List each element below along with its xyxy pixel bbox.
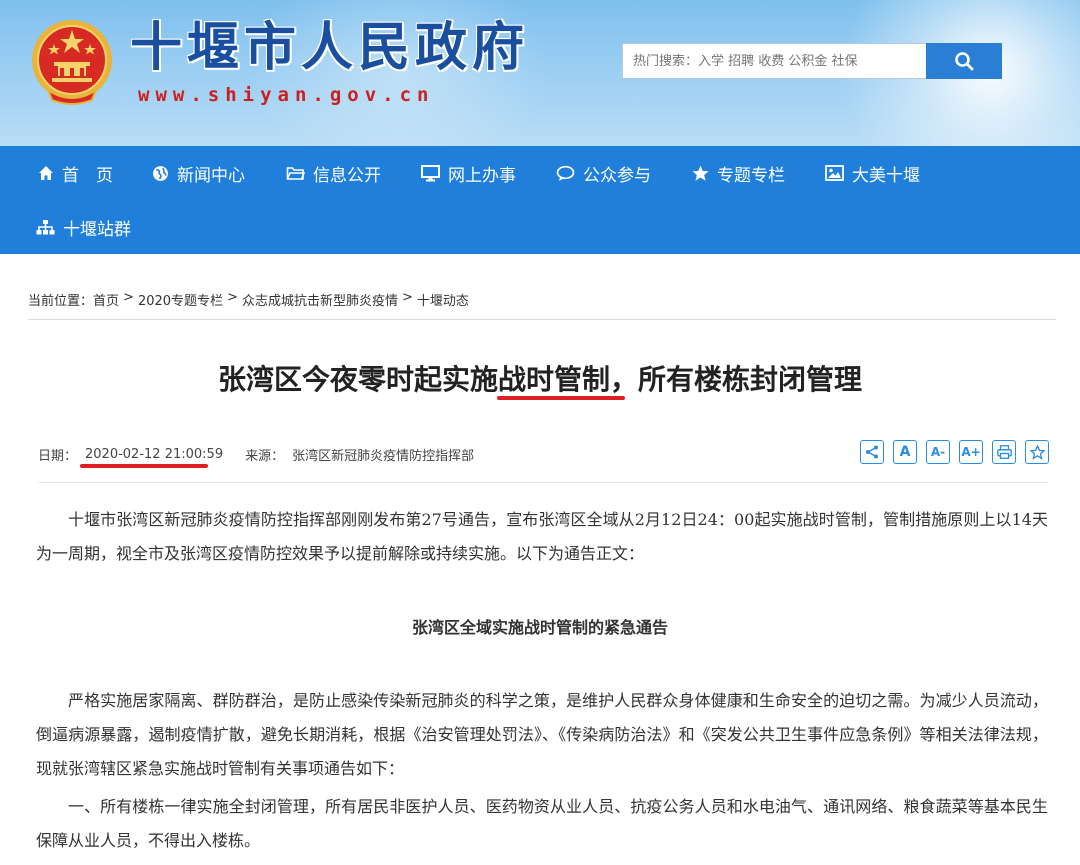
nav-item-news[interactable]: 新闻中心 (152, 146, 245, 200)
font-increase-button[interactable]: A+ (959, 440, 983, 464)
picture-icon (825, 165, 844, 181)
breadcrumb-link-home[interactable]: 首页 (93, 290, 119, 309)
title-highlight-underline (497, 396, 625, 400)
date-label: 日期： (38, 448, 78, 464)
notice-heading: 张湾区全域实施战时管制的紧急通告 (411, 618, 668, 637)
nav-label: 首 页 (62, 165, 113, 186)
nav-item-info-disclosure[interactable]: 信息公开 (286, 146, 381, 200)
globe-icon (153, 165, 168, 181)
breadcrumb-link-shiyan-news[interactable]: 十堰动态 (417, 290, 469, 309)
folder-icon (286, 167, 305, 180)
meta-divider (38, 482, 1048, 483)
nav-label: 新闻中心 (177, 165, 245, 186)
national-emblem-icon (32, 20, 112, 105)
article-tools: A A- A+ (860, 440, 1058, 464)
search-bar (622, 43, 1002, 79)
breadcrumb: 当前位置： 首页 > 2020专题专栏 > 众志成城抗击新型肺炎疫情 > 十堰动… (28, 290, 1056, 320)
breadcrumb-link-topics[interactable]: 2020专题专栏 (138, 290, 223, 309)
nav-label: 公众参与 (583, 165, 651, 186)
nav-item-online-services[interactable]: 网上办事 (421, 146, 516, 200)
nav-item-home[interactable]: 首 页 (38, 146, 113, 200)
article-title: 张湾区今夜零时起实施战时管制，所有楼栋封闭管理 (0, 358, 1080, 398)
star-icon (692, 165, 709, 181)
nav-label: 专题专栏 (717, 165, 785, 186)
site-name: 十堰市人民政府 (130, 17, 530, 78)
star-outline-icon (1029, 444, 1045, 460)
date-underline (80, 464, 208, 468)
article-date: 2020-02-12 21:00:59 (85, 446, 224, 462)
article-paragraph-preamble: 严格实施居家隔离、群防群治，是防止感染传染新冠肺炎的科学之策，是维护人民群众身体… (36, 691, 1048, 778)
article-paragraph-intro: 十堰市张湾区新冠肺炎疫情防控指挥部刚刚发布第27号通告，宣布张湾区全域从2月12… (36, 510, 1048, 563)
nav-item-special-topics[interactable]: 专题专栏 (692, 146, 785, 200)
monitor-icon (421, 164, 440, 181)
breadcrumb-prefix: 当前位置： (28, 294, 94, 309)
nav-label: 网上办事 (448, 165, 516, 186)
search-button[interactable] (926, 43, 1002, 79)
article-meta: 日期： 2020-02-12 21:00:59 来源： 张湾区新冠肺炎疫情防控指… (38, 444, 738, 464)
nav-label: 十堰站群 (63, 219, 131, 240)
chat-icon (556, 165, 575, 181)
source-label: 来源： (245, 448, 285, 464)
home-icon (39, 166, 53, 180)
nav-item-public-participation[interactable]: 公众参与 (556, 146, 651, 200)
nav-label: 信息公开 (313, 165, 381, 186)
nav-item-site-group[interactable]: 十堰站群 (36, 200, 131, 254)
font-default-button[interactable]: A (893, 440, 917, 464)
nav-label: 大美十堰 (852, 165, 920, 186)
font-decrease-button[interactable]: A- (926, 440, 950, 464)
breadcrumb-link-epidemic[interactable]: 众志成城抗击新型肺炎疫情 (242, 290, 398, 309)
title-highlight: 战时管制 (497, 363, 610, 396)
favorite-button[interactable] (1025, 440, 1049, 464)
title-part-after: ，所有楼栋封闭管理 (610, 363, 863, 396)
breadcrumb-separator: > (401, 290, 413, 305)
breadcrumb-separator: > (123, 290, 134, 305)
print-button[interactable] (992, 440, 1016, 464)
nav-item-beautiful-shiyan[interactable]: 大美十堰 (825, 146, 920, 200)
print-icon (996, 445, 1012, 459)
site-header: 十堰市人民政府 www.shiyan.gov.cn (0, 0, 1080, 146)
sitemap-icon (36, 219, 55, 234)
article-paragraph-item-1: 一、所有楼栋一律实施全封闭管理，所有居民非医护人员、医药物资从业人员、抗疫公务人… (36, 797, 1048, 850)
main-nav: 首 页 新闻中心 信息公开 网上办事 公众参与 专题专栏 大美十堰 十堰站群 (0, 146, 1080, 254)
site-url[interactable]: www.shiyan.gov.cn (138, 84, 434, 106)
search-icon (955, 52, 974, 71)
breadcrumb-separator: > (227, 290, 238, 305)
search-input[interactable] (622, 43, 926, 79)
article-source: 张湾区新冠肺炎疫情防控指挥部 (292, 448, 475, 464)
title-part-before: 张湾区今夜零时起实施 (217, 363, 498, 396)
share-icon (866, 445, 878, 459)
share-button[interactable] (860, 440, 884, 464)
